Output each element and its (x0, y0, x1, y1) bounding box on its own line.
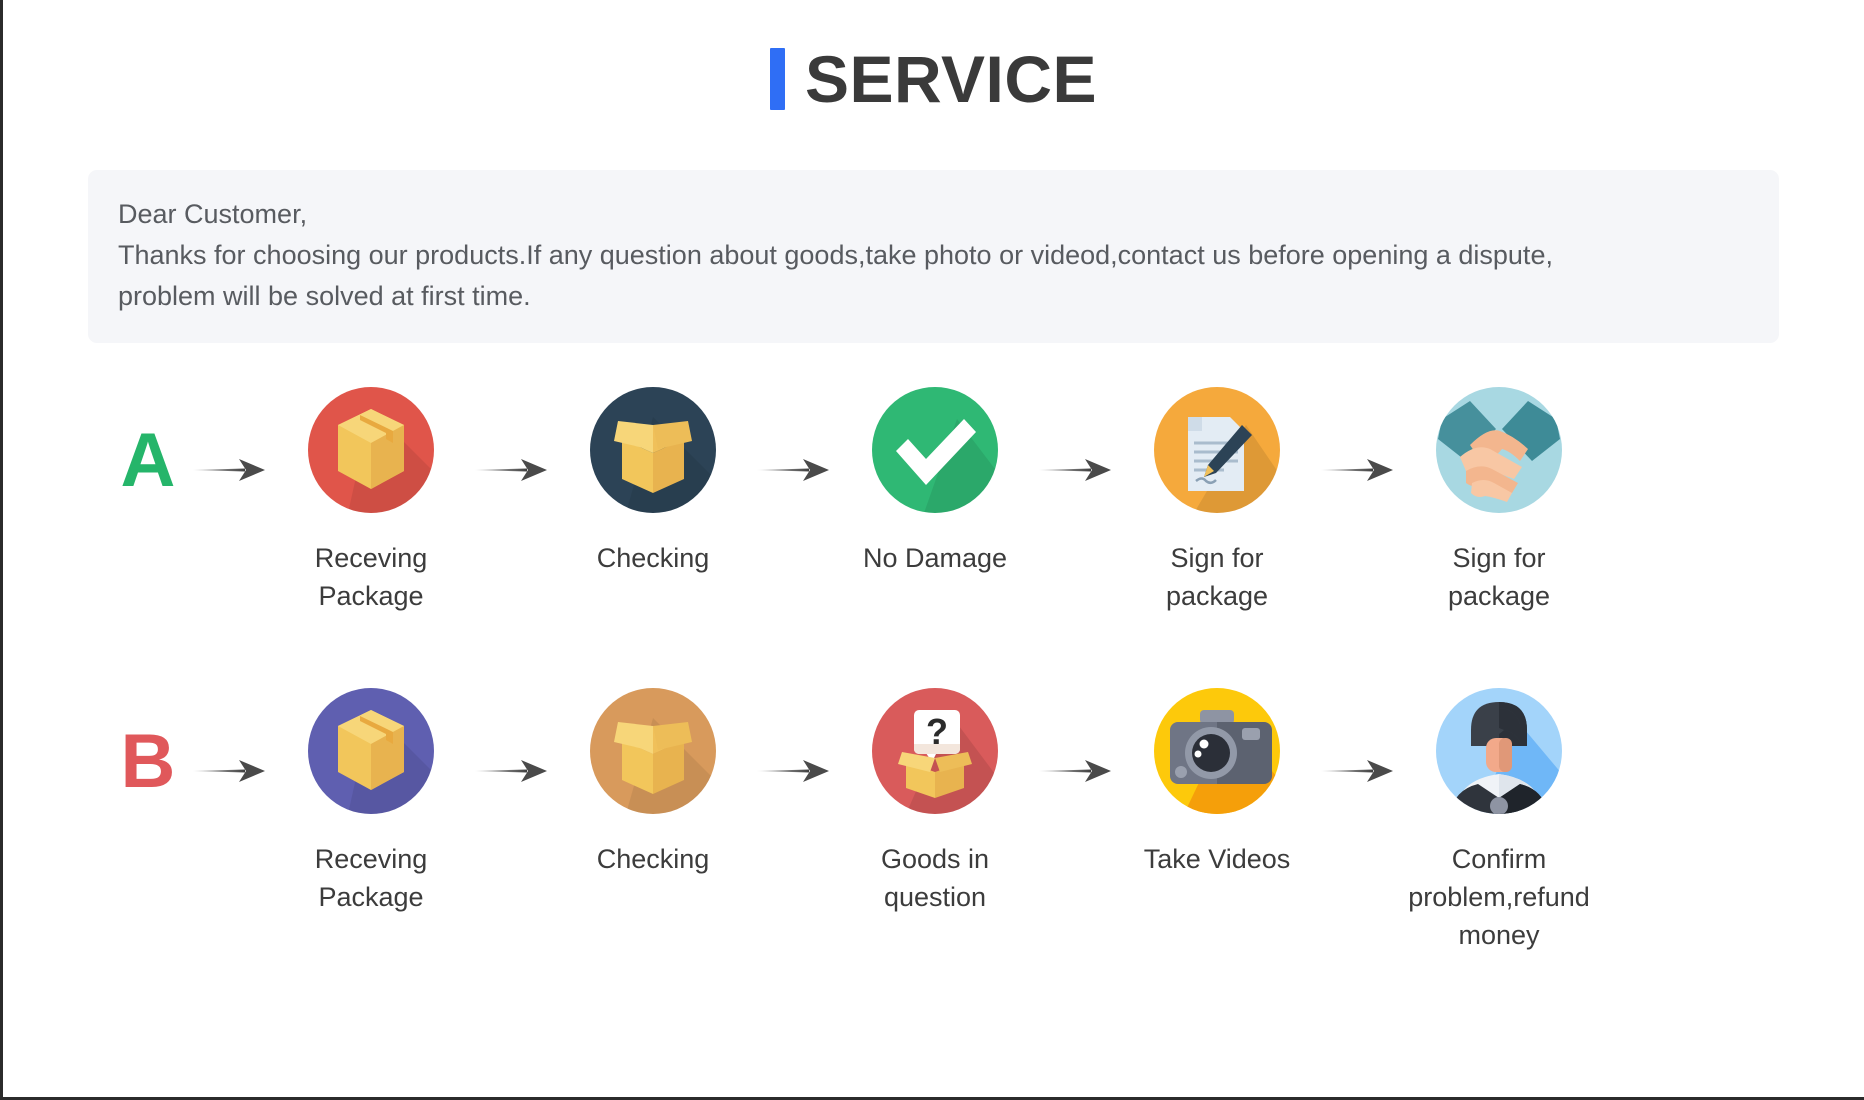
arrow-right-icon (187, 457, 273, 483)
page-title: SERVICE (3, 0, 1864, 112)
flow-row-a: A Receving Package Checking No Damage Si… (3, 387, 1864, 616)
step-a-4: Sign for package (1119, 387, 1315, 616)
step-b-5: Confirm problem,refund money (1401, 687, 1597, 955)
arrow-right-icon (1033, 758, 1119, 784)
arrow-right-icon (1315, 457, 1401, 483)
step-b-4: Take Videos (1119, 687, 1315, 878)
arrow-right-icon (1315, 758, 1401, 784)
question-box-icon: ? (872, 687, 998, 814)
arrow-right-icon (187, 758, 273, 784)
camera-icon (1154, 687, 1280, 814)
notice-line-2: Thanks for choosing our products.If any … (118, 240, 1553, 271)
step-a-2: Checking (555, 387, 751, 577)
arrow-right-icon (751, 457, 837, 483)
svg-text:?: ? (926, 711, 948, 752)
checkmark-icon (872, 387, 998, 514)
arrow-right-icon (469, 457, 555, 483)
step-label: Sign for package (1447, 543, 1551, 612)
step-b-2: Checking (555, 687, 751, 878)
flow-letter-b: B (120, 718, 176, 804)
step-label: Confirm problem,refund money (1408, 843, 1590, 951)
flow-letter-a: A (120, 418, 176, 504)
open-box-icon (590, 687, 716, 814)
step-label: Receving Package (314, 543, 428, 612)
step-label: Checking (596, 543, 710, 574)
step-a-3: No Damage (837, 387, 1033, 577)
step-b-1: Receving Package (273, 687, 469, 917)
step-a-5: Sign for package (1401, 387, 1597, 616)
title-accent-bar (769, 48, 785, 110)
step-label: Take Videos (1143, 843, 1291, 874)
step-a-1: Receving Package (273, 387, 469, 616)
handshake-icon (1436, 387, 1562, 514)
step-label: No Damage (862, 543, 1008, 574)
step-label: Receving Package (314, 843, 428, 913)
notice-line-3: problem will be solved at first time. (118, 281, 531, 312)
flow-row-b: B Receving Package Checking ? Goods in q… (3, 687, 1864, 955)
arrow-right-icon (1033, 457, 1119, 483)
package-box-icon (308, 387, 434, 514)
step-label: Sign for package (1165, 543, 1269, 612)
support-person-icon (1436, 687, 1562, 814)
step-b-3: ? Goods in question (837, 687, 1033, 917)
customer-notice-box: Dear Customer, Thanks for choosing our p… (88, 170, 1779, 344)
open-box-icon (590, 387, 716, 514)
document-pen-icon (1154, 387, 1280, 514)
page-title-text: SERVICE (804, 42, 1098, 116)
arrow-right-icon (751, 758, 837, 784)
step-label: Checking (596, 843, 710, 874)
notice-line-1: Dear Customer, (118, 199, 308, 229)
step-label: Goods in question (880, 843, 990, 913)
arrow-right-icon (469, 758, 555, 784)
service-page: SERVICE Dear Customer, Thanks for choosi… (0, 0, 1864, 1100)
package-box-icon (308, 687, 434, 814)
